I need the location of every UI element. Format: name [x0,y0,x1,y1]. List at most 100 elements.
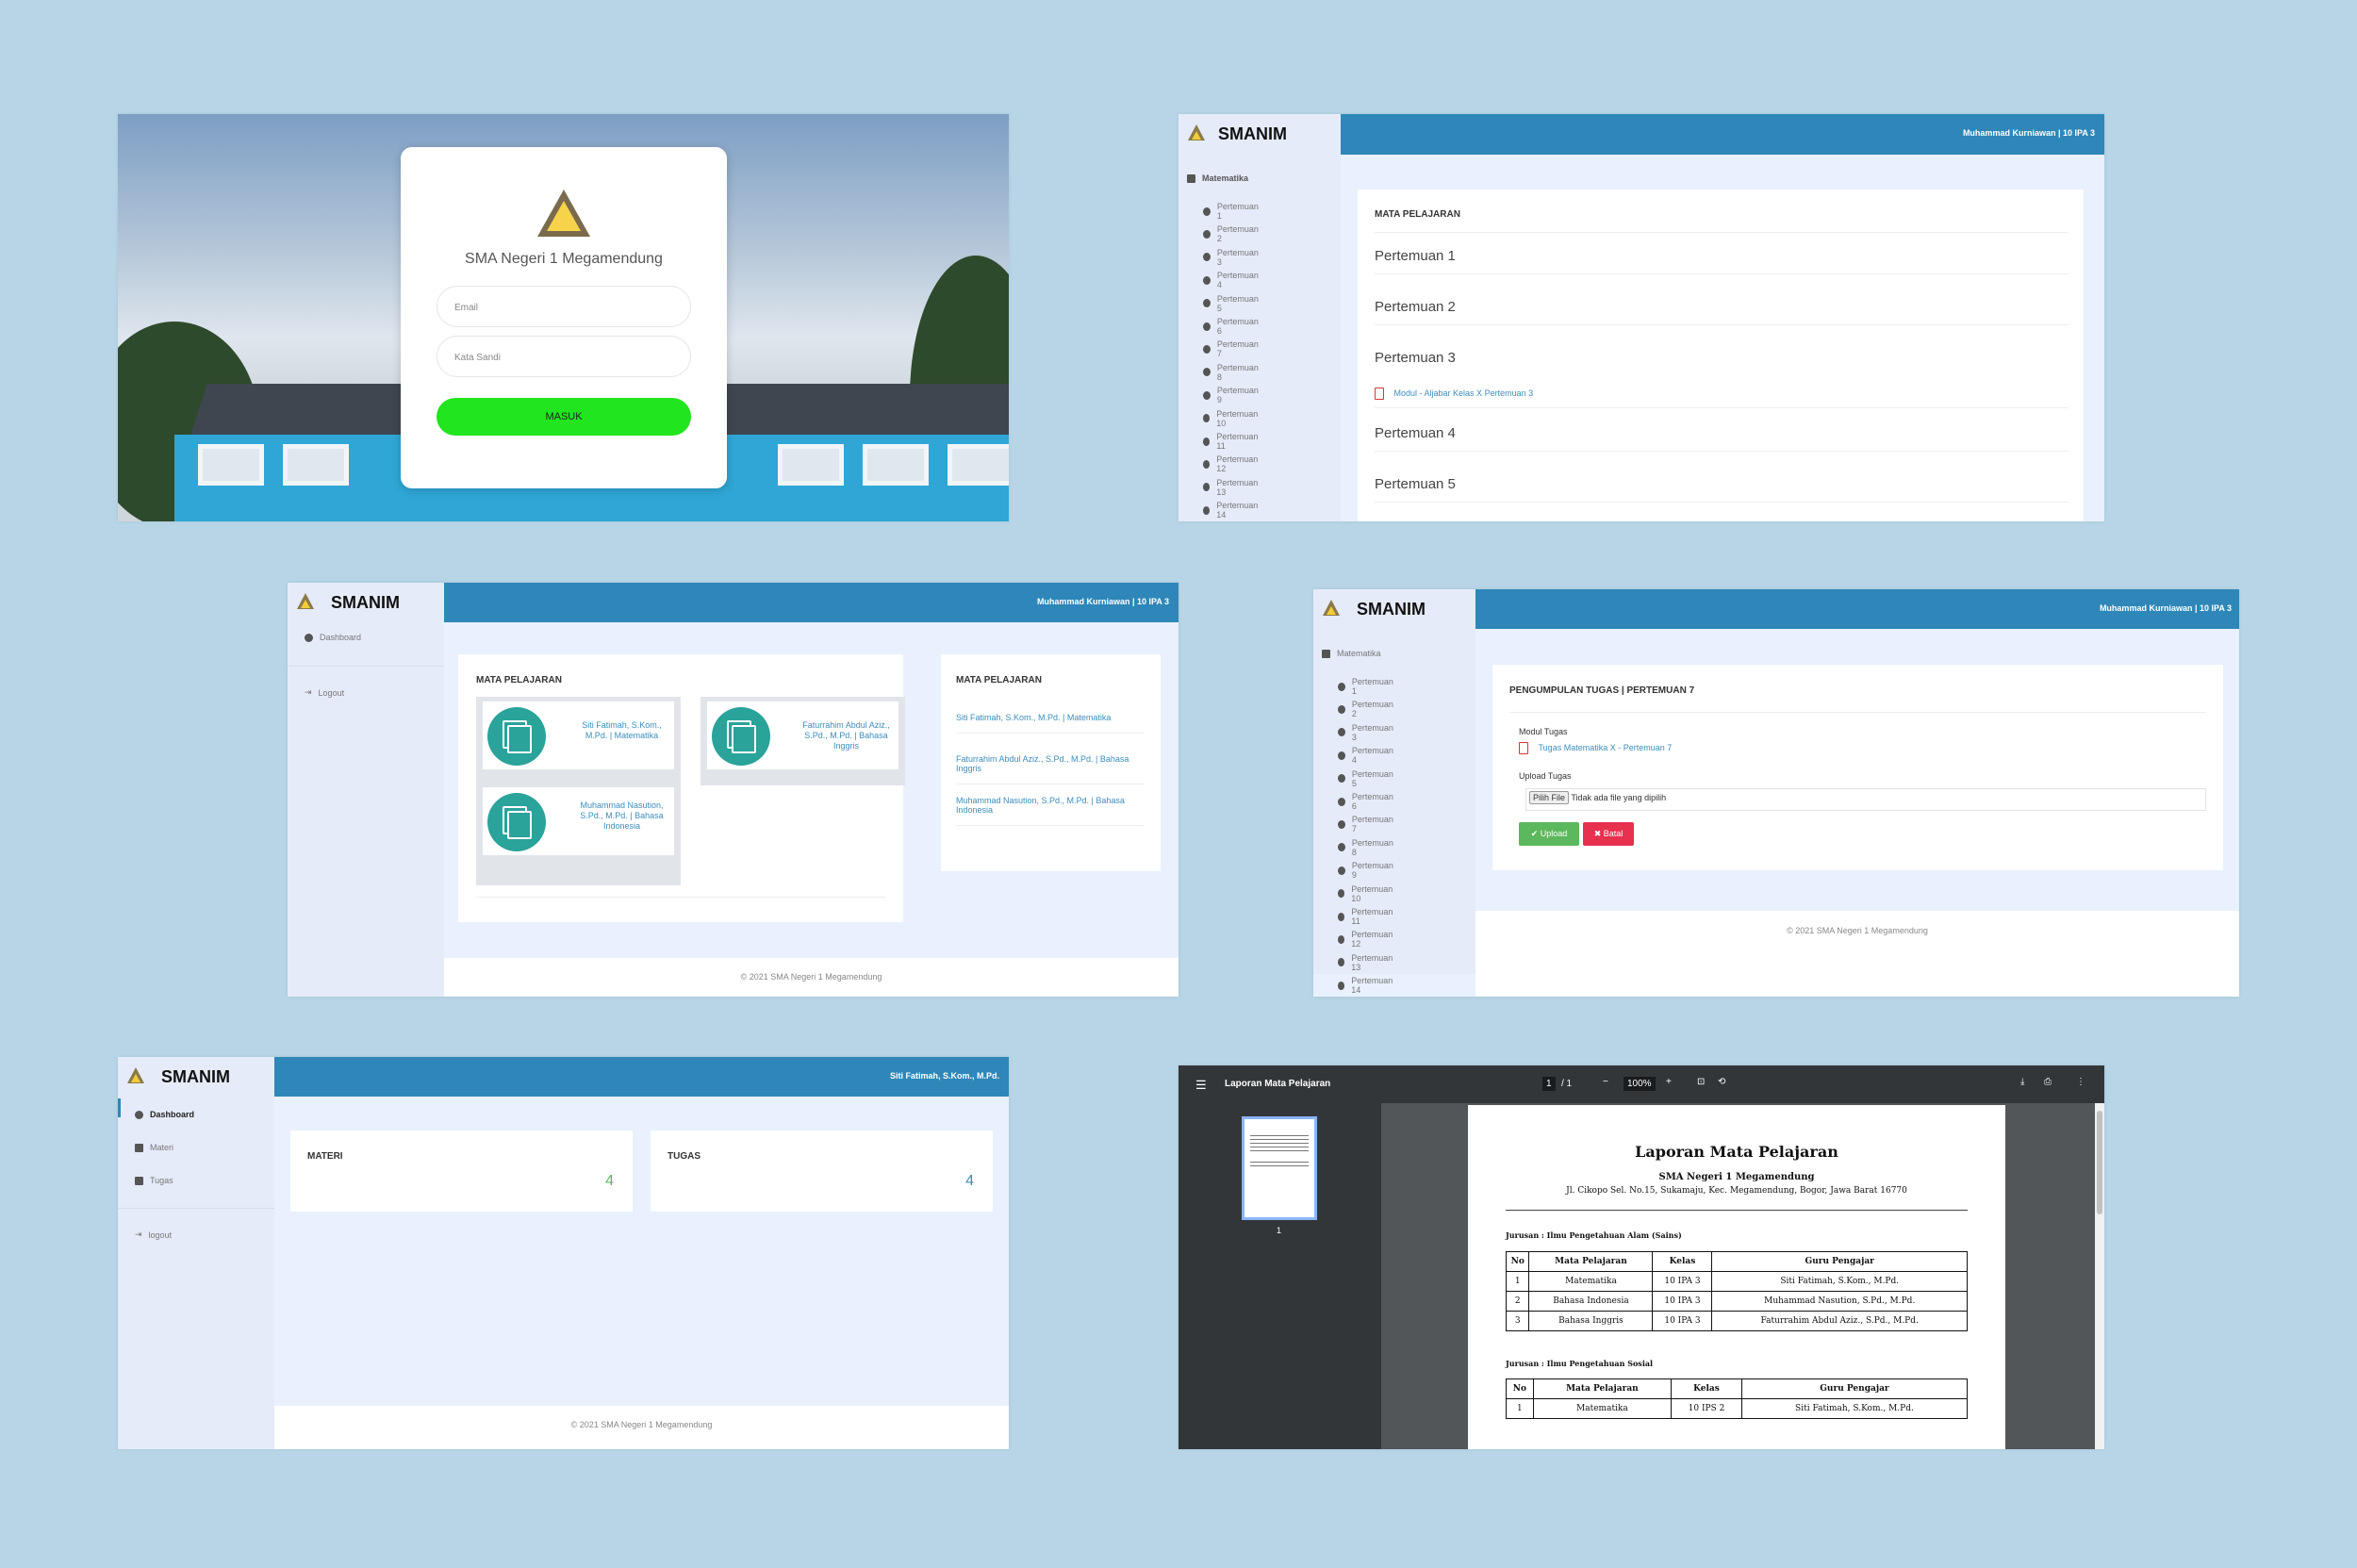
sidebar-item-meeting[interactable]: Pertemuan 1 [1203,202,1260,221]
zoom-in-icon[interactable]: + [1666,1077,1672,1087]
materi-stat-card[interactable]: MATERI 4 [290,1131,633,1212]
nav-label: logout [148,1230,173,1240]
meeting-icon [1338,889,1345,899]
meeting-item[interactable]: Pertemuan 4 [1375,425,2069,452]
card-title: MATA PELAJARAN [1375,209,1460,220]
password-field[interactable]: Kata Sandi [437,336,691,377]
sidebar-subject[interactable]: Matematika [1322,649,1381,658]
user-label[interactable]: Muhammad Kurniawan | 10 IPA 3 [1963,128,2095,138]
school-logo-icon [537,190,590,237]
sidebar-item-tugas[interactable]: Tugas [135,1176,173,1185]
menu-icon[interactable]: ☰ [1195,1078,1207,1093]
subject-link[interactable]: Siti Fatimah, S.Kom., M.Pd. | Matematika [577,720,667,741]
choose-file-button[interactable]: Pilih File [1529,791,1570,804]
sidebar-item-meeting[interactable]: Pertemuan 2 [1203,224,1260,243]
sidebar-item-logout[interactable]: ⇥ Logout [305,687,344,698]
zoom-input[interactable]: 100% [1624,1077,1656,1091]
sidebar-item-meeting[interactable]: Pertemuan 12 [1338,930,1394,949]
page-thumbnail[interactable] [1242,1116,1317,1220]
sidebar-item-meeting[interactable]: Pertemuan 7 [1338,815,1394,834]
user-label[interactable]: Siti Fatimah, S.Kom., M.Pd. [890,1071,999,1081]
sidebar-item-meeting[interactable]: Pertemuan 5 [1203,294,1260,313]
user-label[interactable]: Muhammad Kurniawan | 10 IPA 3 [1037,597,1169,606]
table-cell: Bahasa Inggris [1528,1311,1654,1331]
sidebar-item-meeting[interactable]: Pertemuan 6 [1203,317,1260,336]
sidebar-item-meeting[interactable]: Pertemuan 14 [1203,501,1260,520]
sidebar-item-meeting[interactable]: Pertemuan 10 [1338,884,1394,903]
cancel-button[interactable]: ✖ Batal [1583,822,1634,846]
sidebar-item-meeting[interactable]: Pertemuan 12 [1203,454,1260,473]
sidebar-item-meeting[interactable]: Pertemuan 13 [1338,953,1394,972]
pdf-icon [1375,388,1384,400]
sidebar-subject[interactable]: Matematika [1187,173,1248,183]
sidebar-item-dashboard[interactable]: Dashboard [305,633,361,642]
file-input[interactable]: Pilih File Tidak ada file yang dipilih [1525,788,2206,811]
sidebar-item-meeting[interactable]: Pertemuan 4 [1203,271,1260,289]
rotate-icon[interactable]: ⟲ [1718,1077,1725,1087]
module-link[interactable]: Tugas Matematika X - Pertemuan 7 [1539,743,1673,752]
download-icon[interactable]: ⤓ [2020,1077,2024,1087]
table-header: Kelas [1652,1251,1713,1272]
sidebar-item-meeting[interactable]: Pertemuan 13 [1203,478,1260,497]
school-logo-icon [295,592,316,613]
sidebar-item-meeting[interactable]: Pertemuan 8 [1203,363,1260,382]
meeting-icon [1203,275,1211,285]
tugas-stat-card[interactable]: TUGAS 4 [651,1131,993,1212]
subject-box[interactable]: Siti Fatimah, S.Kom., M.Pd. | Matematika… [476,697,681,885]
subject-link[interactable]: Faturrahim Abdul Aziz., S.Pd., M.Pd. | B… [956,754,1145,784]
meeting-icon [1338,797,1345,806]
sidebar-item-meeting[interactable]: Pertemuan 1 [1338,677,1394,696]
sidebar-item-meeting[interactable]: Pertemuan 9 [1203,386,1260,404]
sidebar-item-meeting[interactable]: Pertemuan 6 [1338,792,1394,811]
meeting-label: Pertemuan 6 [1216,317,1259,336]
sidebar-item-meeting[interactable]: Pertemuan 11 [1203,432,1260,451]
login-button[interactable]: MASUK [437,398,691,436]
subject-link[interactable]: Muhammad Nasution, S.Pd., M.Pd. | Bahasa… [577,801,667,832]
table-cell: 10 IPS 2 [1671,1398,1742,1419]
sidebar-item-dashboard[interactable]: Dashboard [135,1110,194,1119]
sidebar-item-meeting[interactable]: Pertemuan 11 [1338,907,1394,926]
sidebar-item-materi[interactable]: Materi [135,1143,173,1152]
sidebar-item-meeting[interactable]: Pertemuan 5 [1338,769,1394,788]
subject-link[interactable]: Siti Fatimah, S.Kom., M.Pd. | Matematika [956,713,1145,734]
meeting-label: Pertemuan 14 [1216,501,1259,520]
upload-button[interactable]: ✔ Upload [1519,822,1579,846]
meeting-item[interactable]: Pertemuan 5 [1375,476,2069,503]
sidebar-item-meeting[interactable]: Pertemuan 7 [1203,339,1260,358]
email-field[interactable]: Email [437,286,691,327]
nav-label: Logout [318,687,345,698]
meeting-label: Pertemuan 12 [1351,930,1393,949]
pdf-toolbar: ☰ Laporan Mata Pelajaran 1 / 1 − 100% + … [1178,1065,2104,1103]
meeting-item[interactable]: Pertemuan 1 [1375,248,2069,274]
user-label[interactable]: Muhammad Kurniawan | 10 IPA 3 [2100,603,2232,613]
sidebar-item-meeting[interactable]: Pertemuan 2 [1338,700,1394,718]
sidebar-item-meeting[interactable]: Pertemuan 3 [1338,723,1394,742]
scrollbar[interactable] [2095,1103,2104,1449]
sidebar-item-logout[interactable]: ⇥ logout [135,1230,172,1240]
fit-page-icon[interactable]: ⊡ [1697,1077,1705,1087]
page-input[interactable]: 1 [1542,1077,1556,1091]
brand-name: SMANIM [1218,124,1287,143]
module-link[interactable]: Modul - Aljabar Kelas X Pertemuan 3 [1394,388,1534,398]
sidebar-item-meeting[interactable]: Pertemuan 10 [1203,409,1260,428]
sidebar-item-meeting[interactable]: Pertemuan 14 [1338,976,1394,995]
brand: SMANIM [1186,124,1287,144]
sidebar-item-meeting[interactable]: Pertemuan 9 [1338,861,1394,880]
subject-box[interactable]: Faturrahim Abdul Aziz., S.Pd., M.Pd. | B… [701,697,905,785]
table-row: 2 Bahasa Indonesia 10 IPA 3 Muhammad Nasuti… [1505,1291,1968,1312]
sidebar-item-meeting[interactable]: Pertemuan 3 [1203,248,1260,267]
topbar: Muhammad Kurniawan | 10 IPA 3 [444,583,1178,622]
meeting-item[interactable]: Pertemuan 3 [1375,350,2069,376]
meeting-label: Pertemuan 12 [1216,454,1259,474]
print-icon[interactable]: ⎙ [2044,1077,2052,1087]
footer: © 2021 SMA Negeri 1 Megamendung [444,958,1178,997]
meeting-item[interactable]: Pertemuan 2 [1375,299,2069,325]
subject-link[interactable]: Faturrahim Abdul Aziz., S.Pd., M.Pd. | B… [801,720,891,751]
sidebar-item-meeting[interactable]: Pertemuan 8 [1338,838,1394,857]
more-options-icon[interactable]: ⋮ [2076,1077,2085,1087]
zoom-out-icon[interactable]: − [1603,1077,1608,1087]
table-header: Guru Pengajar [1740,1378,1969,1399]
sidebar-item-meeting[interactable]: Pertemuan 4 [1338,746,1394,765]
subject-link[interactable]: Muhammad Nasution, S.Pd., M.Pd. | Bahasa… [956,796,1145,826]
report-table-sosial: No Mata Pelajaran Kelas Guru Pengajar 1 Matem… [1506,1378,1969,1419]
